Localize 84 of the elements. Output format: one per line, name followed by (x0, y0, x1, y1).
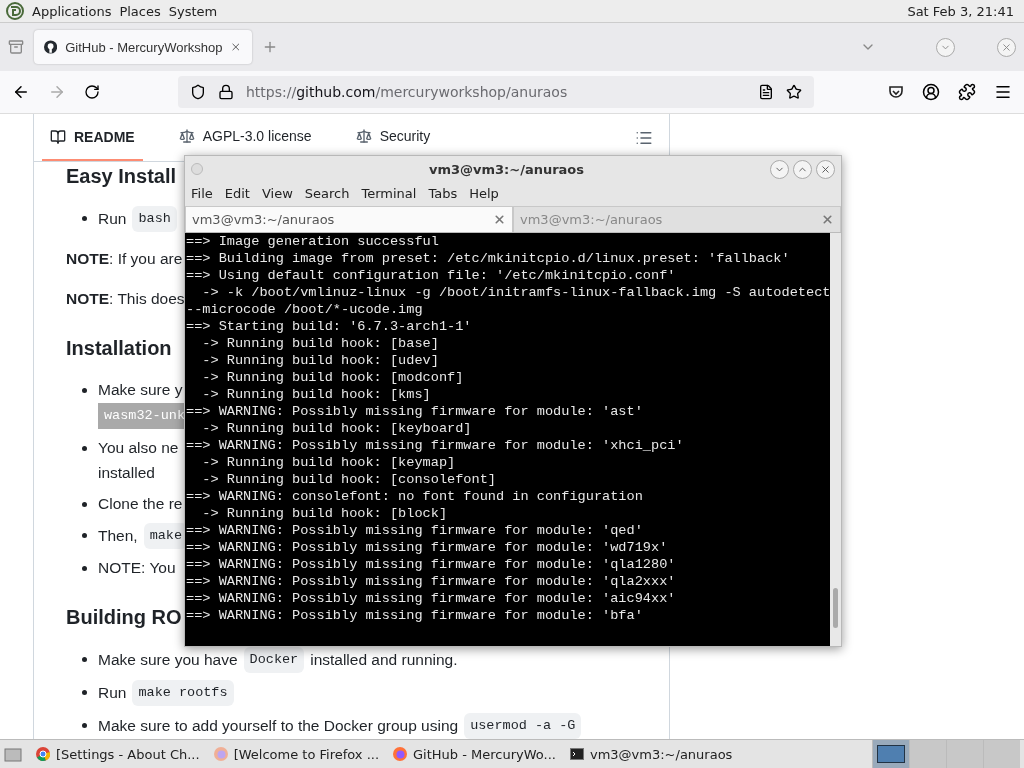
text: Make sure to add yourself to the Docker group using (98, 716, 459, 736)
clock[interactable]: Sat Feb 3, 21:41 (907, 3, 1018, 19)
readme-tab[interactable]: README (42, 115, 143, 161)
panel-menu[interactable]: System (168, 3, 218, 19)
pocket-icon[interactable] (888, 84, 904, 100)
menu-icon[interactable] (994, 83, 1012, 101)
bullet-dot (82, 216, 87, 221)
panel-menu[interactable]: Places (119, 3, 161, 19)
terminal-icon (569, 747, 584, 761)
close-icon[interactable] (493, 213, 506, 226)
menu-item[interactable]: File (191, 185, 213, 201)
outline-icon[interactable] (635, 129, 653, 147)
show-desktop-icon[interactable] (4, 746, 22, 762)
close-icon (1001, 41, 1012, 53)
reader-view-icon[interactable] (758, 84, 774, 100)
menu-item[interactable]: Tabs (428, 185, 458, 201)
taskbar-task[interactable]: GitHub - MercuryWo... (393, 746, 556, 762)
scale-icon (355, 127, 372, 144)
menu-item[interactable]: Search (304, 185, 350, 201)
inline-code: usermod -a -G (464, 713, 582, 739)
bullet-dot (82, 533, 87, 538)
book-icon (50, 129, 66, 145)
readme-tab[interactable]: AGPL-3.0 license (170, 119, 320, 152)
menu-item[interactable]: Help (469, 185, 499, 201)
browser-icon (36, 747, 50, 761)
bullet-dot (82, 566, 87, 571)
inline-code: Docker (243, 647, 305, 673)
text: Run (98, 683, 127, 703)
extensions-icon[interactable] (958, 83, 976, 101)
back-icon[interactable] (12, 83, 30, 101)
scale-icon (178, 127, 195, 144)
text: Clone the re (98, 494, 183, 514)
scrollbar[interactable] (830, 233, 841, 646)
bullet-dot (82, 690, 87, 695)
text: Then, (98, 526, 138, 546)
text: You also ne (98, 438, 179, 458)
window-icon (191, 163, 203, 175)
terminal-tab[interactable]: vm3@vm3:~/anuraos (185, 206, 513, 232)
browser-tab[interactable]: GitHub - MercuryWorkshop (34, 30, 252, 64)
menu-item[interactable]: Edit (224, 185, 250, 201)
inline-code: make rootfs (132, 680, 234, 706)
tab-overview-icon[interactable] (8, 39, 24, 55)
account-icon[interactable] (922, 83, 940, 101)
close-icon[interactable] (821, 213, 834, 226)
menu-item[interactable]: Terminal (361, 185, 417, 201)
text: Make sure y (98, 380, 183, 400)
close-button[interactable] (997, 37, 1016, 57)
github-icon (44, 39, 58, 55)
panel-menu[interactable]: Applications (32, 3, 112, 19)
menu-item[interactable]: View (261, 185, 293, 201)
section-heading: Building RO (66, 605, 182, 630)
reload-icon[interactable] (84, 84, 100, 100)
workspace[interactable] (872, 740, 909, 768)
shield-icon[interactable] (190, 84, 206, 100)
bullet-dot (82, 446, 87, 451)
note-paragraph: NOTE: This does (66, 289, 185, 309)
lock-icon[interactable] (218, 84, 234, 100)
taskbar-task[interactable]: [Welcome to Firefox ... (213, 746, 380, 762)
close-icon[interactable] (230, 40, 242, 54)
section-heading: Installation (66, 336, 172, 361)
inline-code: bash (132, 206, 177, 232)
text: Run (98, 209, 127, 229)
bullet-dot (82, 388, 87, 393)
distro-logo-icon[interactable] (6, 2, 24, 20)
firefox-icon (213, 747, 228, 761)
taskbar-task[interactable]: [Settings - About Ch... (36, 746, 200, 762)
window-title: vm3@vm3:~/anuraos (427, 161, 585, 177)
bullet-dot (82, 723, 87, 728)
bullet-dot (82, 657, 87, 662)
text: installed and running. (310, 650, 458, 670)
url-field[interactable]: https://github.com/mercuryworkshop/anuraos (178, 76, 814, 108)
taskbar-task[interactable]: vm3@vm3:~/anuraos (569, 746, 733, 762)
text: NOTE: You (98, 558, 176, 578)
bookmark-star-icon[interactable] (786, 84, 802, 100)
section-heading: Easy Install (66, 164, 177, 189)
text: Make sure you have (98, 650, 238, 670)
bullet-dot (82, 502, 87, 507)
firefox-icon (393, 747, 408, 761)
note-paragraph: NOTE: If you are (66, 249, 183, 269)
close-icon (820, 163, 831, 175)
text: installed (98, 463, 155, 483)
new-tab-icon[interactable] (262, 39, 278, 55)
close-button[interactable] (816, 159, 835, 179)
readme-tab[interactable]: Security (347, 119, 439, 152)
